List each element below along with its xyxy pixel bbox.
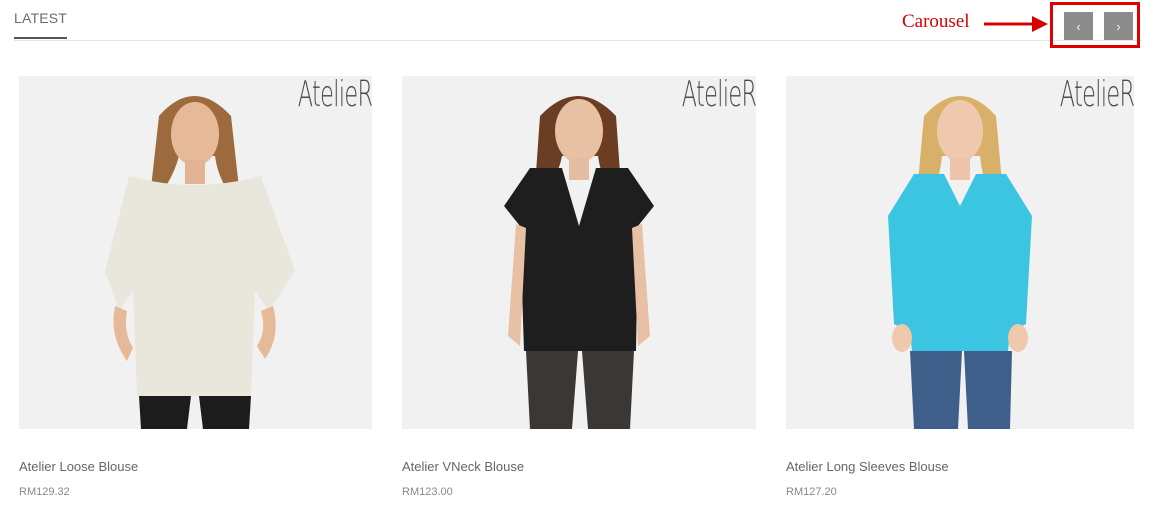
chevron-left-icon: ‹ [1076,18,1081,34]
product-price: RM123.00 [402,486,453,498]
product-name[interactable]: Atelier Loose Blouse [19,459,138,474]
model-photo-icon [402,76,756,429]
brand-logo: AtelieR [297,76,372,115]
product-image[interactable]: AtelieR [402,76,756,429]
tab-latest[interactable]: LATEST [14,10,68,39]
product-image[interactable]: AtelieR [786,76,1134,429]
section-header: LATEST [14,0,1142,41]
model-photo-icon [19,76,372,429]
header-divider [14,40,1142,41]
product-price: RM129.32 [19,486,70,498]
carousel-prev-button[interactable]: ‹ [1064,12,1093,40]
brand-logo: AtelieR [681,76,756,115]
carousel-next-button[interactable]: › [1104,12,1133,40]
product-price: RM127.20 [786,486,837,498]
brand-logo: AtelieR [1059,76,1134,115]
product-name[interactable]: Atelier VNeck Blouse [402,459,524,474]
product-name[interactable]: Atelier Long Sleeves Blouse [786,459,949,474]
annotation-arrow-icon [984,16,1048,32]
model-photo-icon [786,76,1134,429]
chevron-right-icon: › [1116,18,1121,34]
annotation-label: Carousel [902,11,970,32]
product-image[interactable]: AtelieR [19,76,372,429]
